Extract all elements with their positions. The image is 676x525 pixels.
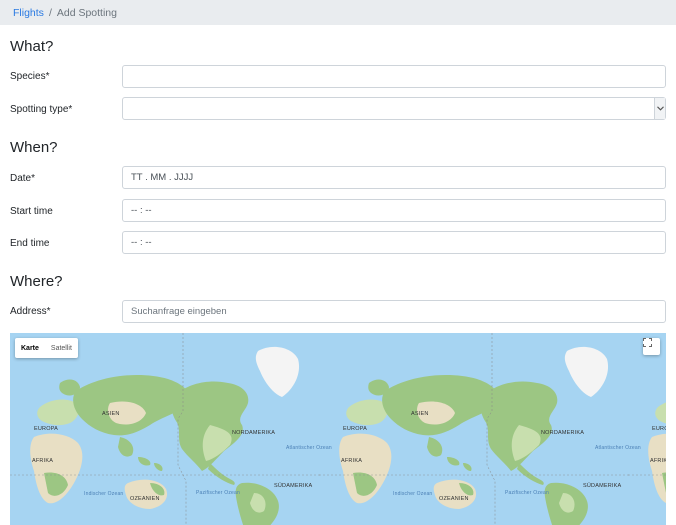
map-label-suedamerika: SÜDAMERIKA: [274, 483, 313, 489]
map-type-karte[interactable]: Karte: [15, 338, 45, 358]
map[interactable]: ASIEN EUROPA AFRIKA NORDAMERIKA SÜDAMERI…: [10, 333, 666, 525]
section-heading-what: What?: [10, 38, 54, 55]
map-label-europa: EUROPA: [34, 426, 59, 432]
start-time-placeholder: -- : --: [131, 205, 152, 216]
map-label-suedamerika-2: SÜDAMERIKA: [583, 483, 622, 489]
date-label: Date*: [10, 173, 36, 184]
map-label-pacific: Pazifischer Ozean: [196, 490, 240, 496]
end-time-label: End time: [10, 238, 50, 249]
map-label-indian-2: Indischer Ozean: [393, 491, 433, 497]
start-time-input[interactable]: -- : --: [122, 199, 666, 222]
map-type-satellit[interactable]: Satellit: [45, 338, 78, 358]
map-label-atlantic-2: Atlantischer Ozean: [595, 445, 641, 451]
chevron-down-icon[interactable]: [654, 98, 665, 119]
section-heading-where: Where?: [10, 273, 63, 290]
map-label-asien: ASIEN: [102, 411, 120, 417]
spotting-type-label: Spotting type*: [10, 104, 73, 115]
map-label-pacific-2: Pazifischer Ozean: [505, 490, 549, 496]
section-heading-when: When?: [10, 139, 58, 156]
map-label-afrika: AFRIKA: [32, 458, 54, 464]
end-time-placeholder: -- : --: [131, 237, 152, 248]
fullscreen-icon[interactable]: [643, 338, 660, 355]
species-label: Species*: [10, 71, 50, 82]
end-time-input[interactable]: -- : --: [122, 231, 666, 254]
map-label-asien-2: ASIEN: [411, 411, 429, 417]
map-label-nordamerika: NORDAMERIKA: [232, 430, 276, 436]
start-time-label: Start time: [10, 206, 53, 217]
date-placeholder: TT . MM . JJJJ: [131, 172, 194, 183]
map-label-nordamerika-2: NORDAMERIKA: [541, 430, 585, 436]
map-label-indian: Indischer Ozean: [84, 491, 124, 497]
breadcrumb: Flights / Add Spotting: [0, 0, 676, 25]
map-label-afrika-3: AFRIKA: [650, 458, 666, 464]
date-input[interactable]: TT . MM . JJJJ: [122, 166, 666, 189]
spotting-type-select[interactable]: [122, 97, 666, 120]
address-input[interactable]: Suchanfrage eingeben: [122, 300, 666, 323]
breadcrumb-link-flights[interactable]: Flights: [13, 7, 44, 19]
map-label-europa-2: EUROPA: [343, 426, 368, 432]
map-label-europa-3: EUROPA: [652, 426, 666, 432]
breadcrumb-current: Add Spotting: [56, 6, 117, 19]
map-label-afrika-2: AFRIKA: [341, 458, 363, 464]
map-label-atlantic: Atlantischer Ozean: [286, 445, 332, 451]
address-placeholder: Suchanfrage eingeben: [131, 306, 227, 317]
map-label-ozeanien: OZEANIEN: [130, 496, 160, 502]
map-type-control: Karte Satellit: [15, 338, 78, 358]
breadcrumb-separator: /: [48, 6, 52, 19]
species-input[interactable]: [122, 65, 666, 88]
address-label: Address*: [10, 306, 51, 317]
map-label-ozeanien-2: OZEANIEN: [439, 496, 469, 502]
